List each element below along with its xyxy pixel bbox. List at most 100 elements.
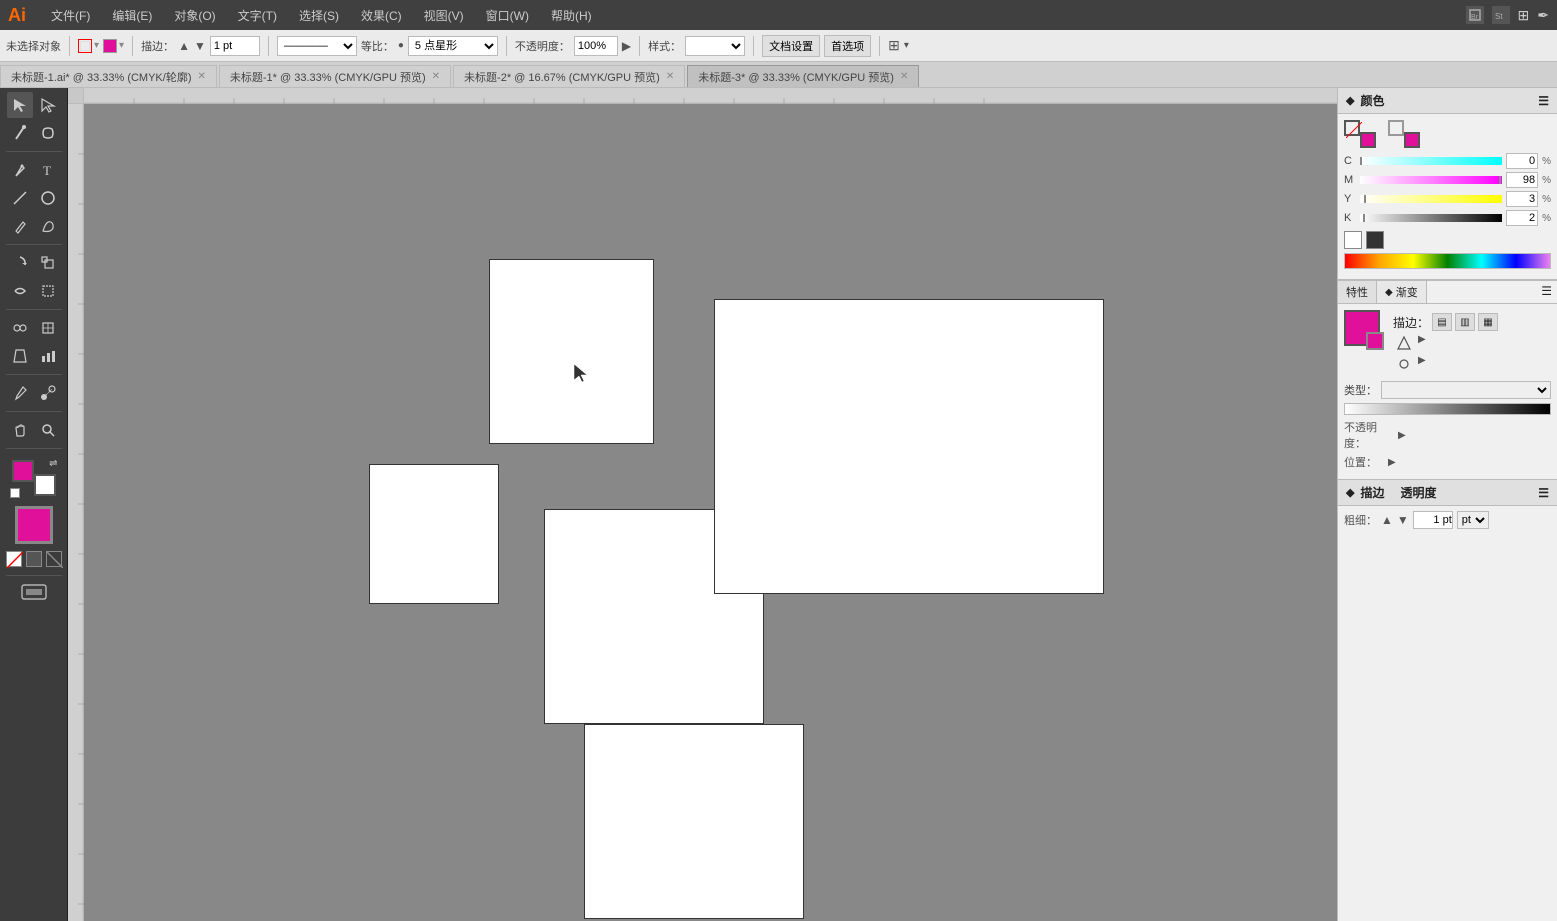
stroke-align-outside[interactable]: ▦	[1478, 313, 1498, 331]
pen-tool[interactable]	[7, 157, 33, 183]
menu-effect[interactable]: 效果(C)	[356, 5, 407, 26]
k-slider[interactable]	[1360, 214, 1502, 222]
stroke-up-icon[interactable]: ▲	[178, 39, 190, 53]
tab-2-close[interactable]: ✕	[666, 71, 674, 82]
stroke-down-icon[interactable]: ▼	[194, 39, 206, 53]
fill-dropdown-icon[interactable]: ▾	[119, 40, 124, 51]
first-screen-btn[interactable]: 首选项	[824, 35, 871, 57]
c-slider[interactable]	[1360, 157, 1502, 165]
grad-stroke-preview[interactable]	[1366, 332, 1384, 350]
pen-icon[interactable]: ✒	[1537, 7, 1549, 24]
opacity-right-icon[interactable]: ▶	[622, 39, 631, 53]
cap-style-1[interactable]	[1393, 334, 1415, 352]
stroke-preview[interactable]	[1344, 120, 1360, 136]
active-fill-swatch[interactable]	[15, 506, 53, 544]
stroke-panel-menu[interactable]: ☰	[1538, 486, 1549, 500]
zoom-tool[interactable]	[35, 417, 61, 443]
menu-help[interactable]: 帮助(H)	[546, 5, 597, 26]
type-tool[interactable]: T	[35, 157, 61, 183]
gradient-gray-bar[interactable]	[1344, 403, 1551, 415]
stroke-down-btn[interactable]: ▼	[1397, 513, 1409, 527]
default-colors-icon[interactable]	[10, 488, 20, 498]
lasso-tool[interactable]	[35, 120, 61, 146]
graph-tool[interactable]	[35, 343, 61, 369]
tab-1-close[interactable]: ✕	[432, 71, 440, 82]
direct-select-tool[interactable]	[35, 92, 61, 118]
stroke-align-inside[interactable]: ▤	[1432, 313, 1452, 331]
arrange-dropdown[interactable]: ▾	[904, 40, 909, 51]
stroke-size-input[interactable]	[1413, 511, 1453, 529]
fill-preview[interactable]	[1360, 132, 1376, 148]
stroke-color-btn[interactable]: ▾	[78, 39, 99, 53]
m-slider[interactable]	[1360, 176, 1502, 184]
cap-expand[interactable]: ▶	[1418, 334, 1426, 352]
tab-0-close[interactable]: ✕	[198, 71, 206, 82]
color-spectrum-bar[interactable]	[1344, 253, 1551, 269]
stroke-unit-select[interactable]: pt	[1457, 511, 1489, 529]
fill-preview2[interactable]	[1404, 132, 1420, 148]
style-select[interactable]	[685, 36, 745, 56]
blob-brush-tool[interactable]	[35, 213, 61, 239]
panel-config-icon[interactable]: ☰	[1538, 94, 1549, 108]
tab-3[interactable]: 未标题-3* @ 33.33% (CMYK/GPU 预览) ✕	[687, 65, 919, 87]
opacity-expand[interactable]: ▶	[1398, 430, 1406, 441]
color-none-icon[interactable]	[6, 551, 22, 567]
shape-1[interactable]	[489, 259, 654, 444]
color-black-icon[interactable]	[26, 551, 42, 567]
gradient-tab[interactable]: ◆ 渐变	[1377, 281, 1427, 303]
hand-tool[interactable]	[7, 417, 33, 443]
free-transform-tool[interactable]	[35, 278, 61, 304]
c-input[interactable]	[1506, 153, 1538, 169]
doc-settings-btn[interactable]: 文档设置	[762, 35, 820, 57]
line-tool[interactable]	[7, 185, 33, 211]
live-paint-tool[interactable]	[35, 315, 61, 341]
properties-tab[interactable]: 特性	[1338, 281, 1377, 303]
menu-select[interactable]: 选择(S)	[294, 5, 344, 26]
grad-fill-preview[interactable]	[1344, 310, 1380, 346]
menu-object[interactable]: 对象(O)	[169, 5, 220, 26]
k-input[interactable]	[1506, 210, 1538, 226]
magic-wand-tool[interactable]	[7, 120, 33, 146]
warp-tool[interactable]	[7, 278, 33, 304]
stroke-dropdown-icon[interactable]: ▾	[94, 40, 99, 51]
shape-4[interactable]	[714, 299, 1104, 594]
join-style-1[interactable]	[1393, 355, 1415, 373]
shape-2[interactable]	[369, 464, 499, 604]
scale-tool[interactable]	[35, 250, 61, 276]
join-expand[interactable]: ▶	[1418, 355, 1426, 373]
transparency-tab-label[interactable]: 透明度	[1400, 484, 1436, 501]
select-tool[interactable]	[7, 92, 33, 118]
perspective-tool[interactable]	[7, 343, 33, 369]
color-gray-icon[interactable]	[46, 551, 62, 567]
tab-3-close[interactable]: ✕	[900, 71, 908, 82]
tab-2[interactable]: 未标题-2* @ 16.67% (CMYK/GPU 预览) ✕	[453, 65, 685, 87]
stroke-color-box[interactable]	[34, 474, 56, 496]
arrange-icon2[interactable]: ⊞	[888, 37, 900, 54]
eyedropper-tool[interactable]	[7, 380, 33, 406]
tab-1[interactable]: 未标题-1* @ 33.33% (CMYK/GPU 预览) ✕	[219, 65, 451, 87]
m-input[interactable]	[1506, 172, 1538, 188]
gradient-panel-menu[interactable]: ☰	[1536, 281, 1557, 303]
stroke-preview2[interactable]	[1388, 120, 1404, 136]
stroke-panel-icon[interactable]: ◆	[1346, 486, 1354, 499]
position-expand[interactable]: ▶	[1388, 457, 1396, 468]
black-swatch[interactable]	[1366, 231, 1384, 249]
stock-icon[interactable]: St	[1492, 6, 1510, 24]
arrange-icon[interactable]: ⊞	[1518, 7, 1530, 24]
shape-builder-tool[interactable]	[7, 315, 33, 341]
shape-5[interactable]	[584, 724, 804, 919]
color-panel-collapse-icon[interactable]: ◆	[1346, 94, 1354, 107]
fill-color-btn[interactable]: ▾	[103, 39, 124, 53]
stroke-align-center[interactable]: ▥	[1455, 313, 1475, 331]
menu-view[interactable]: 视图(V)	[419, 5, 469, 26]
pencil-tool[interactable]	[7, 213, 33, 239]
view-mode-icon[interactable]	[20, 583, 48, 601]
y-input[interactable]	[1506, 191, 1538, 207]
opacity-input[interactable]	[574, 36, 618, 56]
canvas-area[interactable]	[68, 88, 1337, 921]
gradient-type-select[interactable]	[1381, 381, 1551, 399]
canvas-content[interactable]	[84, 104, 1337, 921]
rotate-tool[interactable]	[7, 250, 33, 276]
stroke-input[interactable]	[210, 36, 260, 56]
tab-0[interactable]: 未标题-1.ai* @ 33.33% (CMYK/轮廓) ✕	[0, 65, 217, 87]
